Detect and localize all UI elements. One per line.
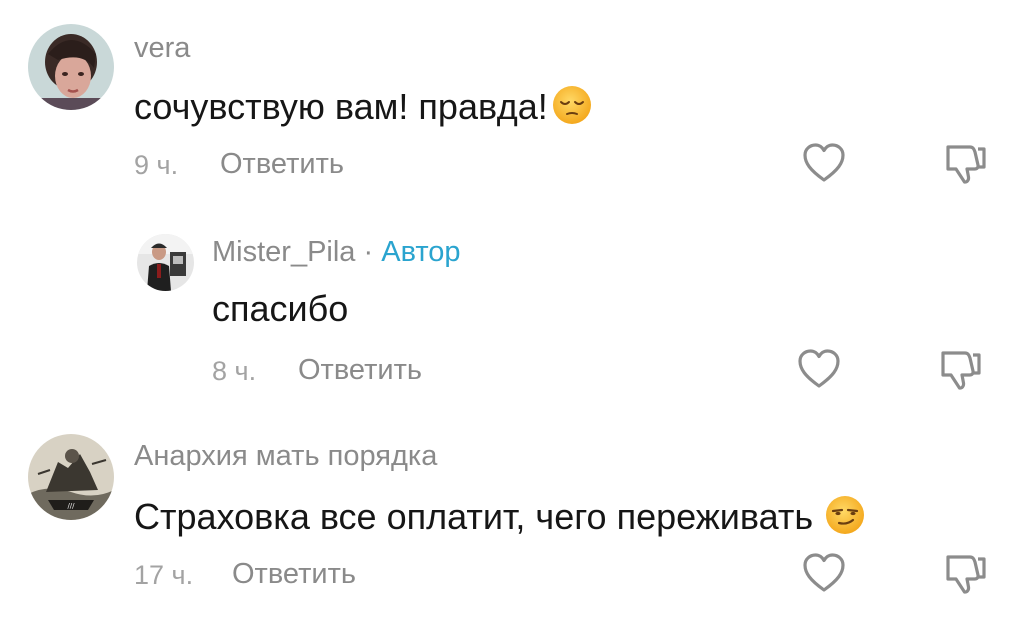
comment-time: 9 ч. [134,150,179,180]
username[interactable]: Mister_Pila · Автор [212,236,461,269]
reply-comment-item: Mister_Pila · Автор спасибо 8 ч. Ответит… [0,200,1024,410]
comment-text: Страховка все оплатит, чего переживать [134,495,865,544]
separator: · [363,236,374,268]
comment-time: 17 ч. [134,560,194,590]
comment-text-content: сочувствую вам! правда! [134,86,548,127]
heart-outline-icon[interactable] [800,139,848,187]
comment-item: vera сочувствую вам! правда! 9 ч. Ответи… [0,0,1024,200]
comment-item: /// Анархия мать порядка Страховка все о… [0,410,1024,622]
thumbs-down-outline-icon[interactable] [935,345,983,393]
comment-text: спасибо [212,288,349,329]
heart-outline-icon[interactable] [800,549,848,597]
heart-outline-icon[interactable] [795,345,843,393]
thumbs-down-outline-icon[interactable] [940,139,988,187]
comment-text: сочувствую вам! правда! [134,85,592,134]
reply-button[interactable]: Ответить [232,558,356,591]
comment-text-content: Страховка все оплатит, чего переживать [134,496,814,537]
thumbs-down-outline-icon[interactable] [940,549,988,597]
avatar[interactable] [28,24,114,110]
avatar[interactable]: /// [28,434,114,520]
comment-time: 8 ч. [212,356,257,386]
reply-button[interactable]: Ответить [220,148,344,181]
username[interactable]: vera [134,32,190,65]
username[interactable]: Анархия мать порядка [134,440,437,473]
author-badge: Автор [381,236,461,268]
username-text[interactable]: Mister_Pila [212,236,355,268]
reply-button[interactable]: Ответить [298,354,422,387]
pensive-face-icon [552,85,592,134]
svg-text:///: /// [67,502,75,510]
smirking-face-icon [825,495,865,544]
avatar[interactable] [137,234,194,291]
